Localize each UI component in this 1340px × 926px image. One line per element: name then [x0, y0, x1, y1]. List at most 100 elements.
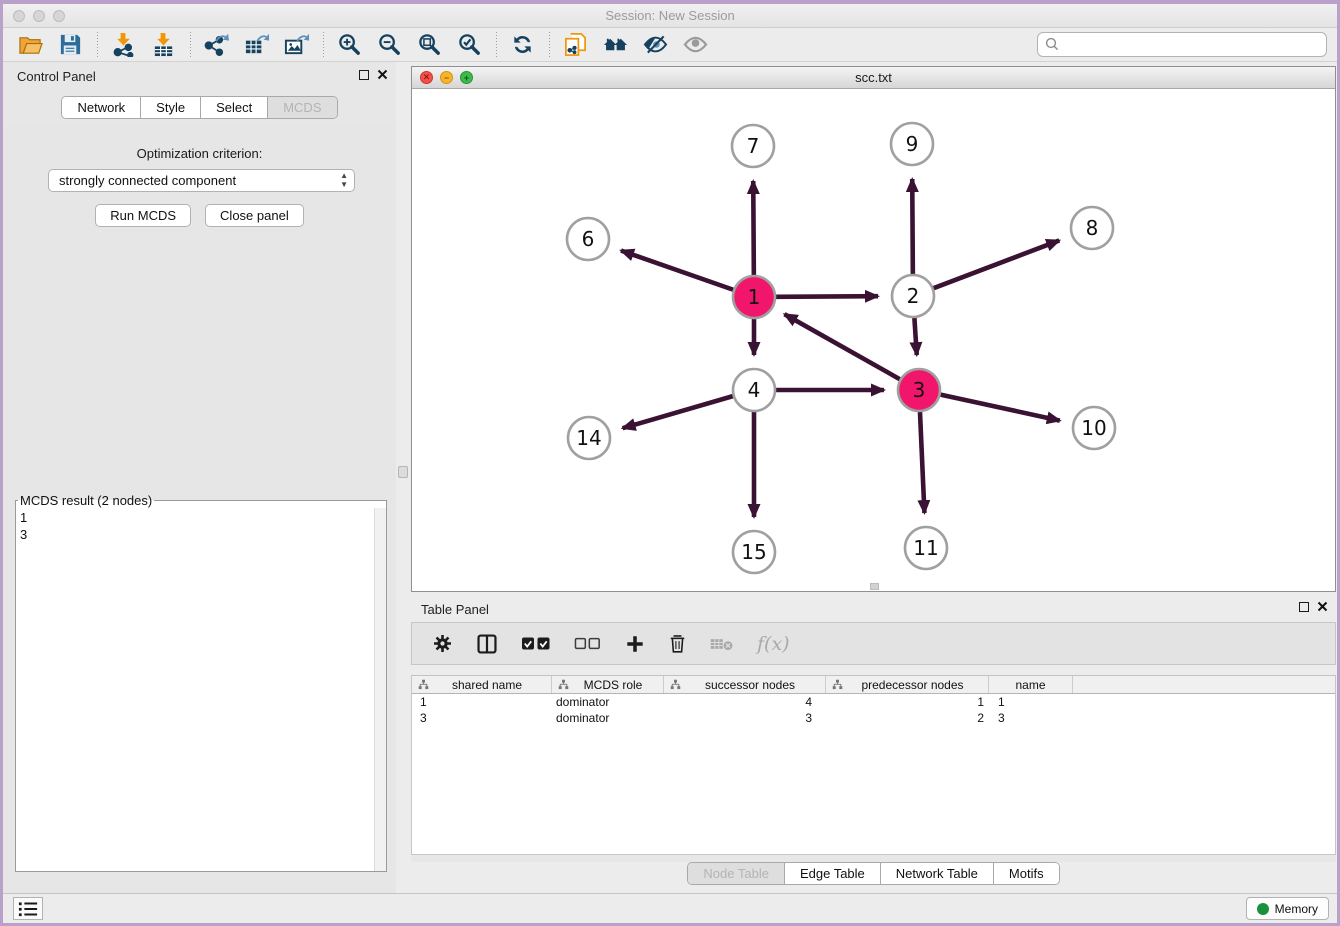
- hide-selected-icon[interactable]: [638, 31, 672, 59]
- tab-network-table[interactable]: Network Table: [881, 863, 994, 884]
- table-cell[interactable]: 1: [826, 694, 989, 710]
- mcds-result-title: MCDS result (2 nodes): [18, 493, 154, 508]
- table-cell[interactable]: 3: [412, 710, 552, 726]
- graph-node-3[interactable]: 3: [898, 369, 940, 411]
- graph-edge-3-1[interactable]: [784, 314, 899, 379]
- zoom-in-icon[interactable]: [332, 31, 366, 59]
- table-cell[interactable]: 1: [989, 694, 1073, 710]
- tab-style[interactable]: Style: [141, 97, 201, 118]
- graph-node-4[interactable]: 4: [733, 369, 775, 411]
- table-cell[interactable]: 3: [989, 710, 1073, 726]
- tab-mcds[interactable]: MCDS: [268, 97, 336, 118]
- graph-node-14[interactable]: 14: [568, 417, 610, 459]
- import-table-icon[interactable]: [146, 31, 180, 59]
- table-tabs: Node TableEdge TableNetwork TableMotifs: [687, 862, 1059, 885]
- close-panel-icon[interactable]: [377, 69, 388, 80]
- result-item[interactable]: 1: [20, 509, 382, 526]
- network-graph[interactable]: 7 9 6 8 1 2 4 3 14 10 15 11: [412, 89, 1335, 591]
- column-header-mcds-role[interactable]: MCDS role: [552, 676, 664, 693]
- task-history-button[interactable]: [13, 897, 43, 920]
- add-row-icon[interactable]: [625, 634, 645, 654]
- result-item[interactable]: 3: [20, 526, 382, 543]
- close-panel-button[interactable]: Close panel: [205, 204, 304, 227]
- import-network-icon[interactable]: [106, 31, 140, 59]
- tab-edge-table[interactable]: Edge Table: [785, 863, 881, 884]
- split-columns-icon[interactable]: [476, 633, 498, 655]
- float-panel-icon[interactable]: [359, 70, 369, 80]
- canvas-scroll-thumb[interactable]: [870, 583, 879, 590]
- criterion-select[interactable]: strongly connected component ▲▼: [48, 169, 355, 192]
- tab-network[interactable]: Network: [62, 97, 141, 118]
- graph-edge-1-7[interactable]: [753, 181, 754, 275]
- tab-node-table[interactable]: Node Table: [688, 863, 785, 884]
- memory-button[interactable]: Memory: [1246, 897, 1329, 920]
- graph-edge-2-8[interactable]: [934, 240, 1060, 288]
- open-session-icon[interactable]: [13, 31, 47, 59]
- column-header-predecessor-nodes[interactable]: predecessor nodes: [826, 676, 989, 693]
- refresh-layout-icon[interactable]: [505, 31, 539, 59]
- search-input[interactable]: [1037, 32, 1327, 57]
- graph-edge-3-11[interactable]: [920, 412, 924, 513]
- graph-node-label: 9: [906, 132, 919, 156]
- tab-select[interactable]: Select: [201, 97, 268, 118]
- table-row[interactable]: 3dominator323: [412, 710, 1335, 726]
- run-mcds-button[interactable]: Run MCDS: [95, 204, 191, 227]
- tab-motifs[interactable]: Motifs: [994, 863, 1059, 884]
- column-header-successor-nodes[interactable]: successor nodes: [664, 676, 826, 693]
- table-cell[interactable]: dominator: [552, 710, 664, 726]
- graph-node-label: 2: [907, 284, 920, 308]
- network-window-titlebar[interactable]: ✕ − + scc.txt: [412, 67, 1335, 89]
- gear-icon[interactable]: [432, 633, 453, 654]
- graph-edge-3-10[interactable]: [940, 395, 1059, 421]
- duplicate-network-icon[interactable]: [558, 31, 592, 59]
- float-table-panel-icon[interactable]: [1299, 602, 1309, 612]
- graph-node-15[interactable]: 15: [733, 531, 775, 573]
- zoom-out-icon[interactable]: [372, 31, 406, 59]
- result-scrollbar[interactable]: [374, 508, 386, 871]
- close-table-panel-icon[interactable]: [1317, 601, 1328, 612]
- export-table-icon[interactable]: [239, 31, 273, 59]
- save-session-icon[interactable]: [53, 31, 87, 59]
- table-cell[interactable]: 4: [664, 694, 826, 710]
- delete-row-icon[interactable]: [668, 633, 687, 654]
- graph-node-7[interactable]: 7: [732, 125, 774, 167]
- export-network-icon[interactable]: [199, 31, 233, 59]
- control-panel-title: Control Panel: [17, 69, 96, 84]
- zoom-fit-icon[interactable]: [412, 31, 446, 59]
- memory-status-icon: [1257, 903, 1269, 915]
- graph-node-6[interactable]: 6: [567, 218, 609, 260]
- table-cell[interactable]: dominator: [552, 694, 664, 710]
- deselect-all-icon[interactable]: [574, 635, 602, 652]
- table-cell[interactable]: 2: [826, 710, 989, 726]
- graph-node-8[interactable]: 8: [1071, 207, 1113, 249]
- graph-node-label: 3: [913, 378, 926, 402]
- graph-edge-1-6[interactable]: [621, 251, 733, 290]
- select-all-icon[interactable]: [521, 634, 551, 653]
- network-window: ✕ − + scc.txt 7 9 6 8 1 2 4 3 14 10 15 11: [411, 66, 1336, 592]
- graph-node-1[interactable]: 1: [733, 276, 775, 318]
- table-cell[interactable]: 1: [412, 694, 552, 710]
- graph-node-label: 11: [913, 536, 938, 560]
- graph-edge-1-2[interactable]: [776, 296, 878, 297]
- table-cell[interactable]: 3: [664, 710, 826, 726]
- panel-splitter-handle[interactable]: [398, 466, 408, 478]
- graph-edge-2-9[interactable]: [912, 179, 913, 274]
- graph-node-2[interactable]: 2: [892, 275, 934, 317]
- graph-node-11[interactable]: 11: [905, 527, 947, 569]
- table-row[interactable]: 1dominator411: [412, 694, 1335, 710]
- export-image-icon[interactable]: [279, 31, 313, 59]
- graph-node-label: 14: [576, 426, 601, 450]
- network-canvas[interactable]: 7 9 6 8 1 2 4 3 14 10 15 11: [412, 89, 1335, 591]
- zoom-selected-icon[interactable]: [452, 31, 486, 59]
- show-all-icon: [678, 31, 712, 59]
- column-header-name[interactable]: name: [989, 676, 1073, 693]
- graph-node-9[interactable]: 9: [891, 123, 933, 165]
- graph-node-10[interactable]: 10: [1073, 407, 1115, 449]
- graph-edge-4-14[interactable]: [623, 396, 733, 428]
- column-header-shared-name[interactable]: shared name: [412, 676, 552, 693]
- graph-edge-2-3[interactable]: [914, 318, 916, 355]
- app-titlebar: Session: New Session: [3, 4, 1337, 28]
- graph-node-label: 8: [1086, 216, 1099, 240]
- first-neighbors-icon[interactable]: [598, 31, 632, 59]
- mcds-result-list[interactable]: 13: [16, 508, 386, 871]
